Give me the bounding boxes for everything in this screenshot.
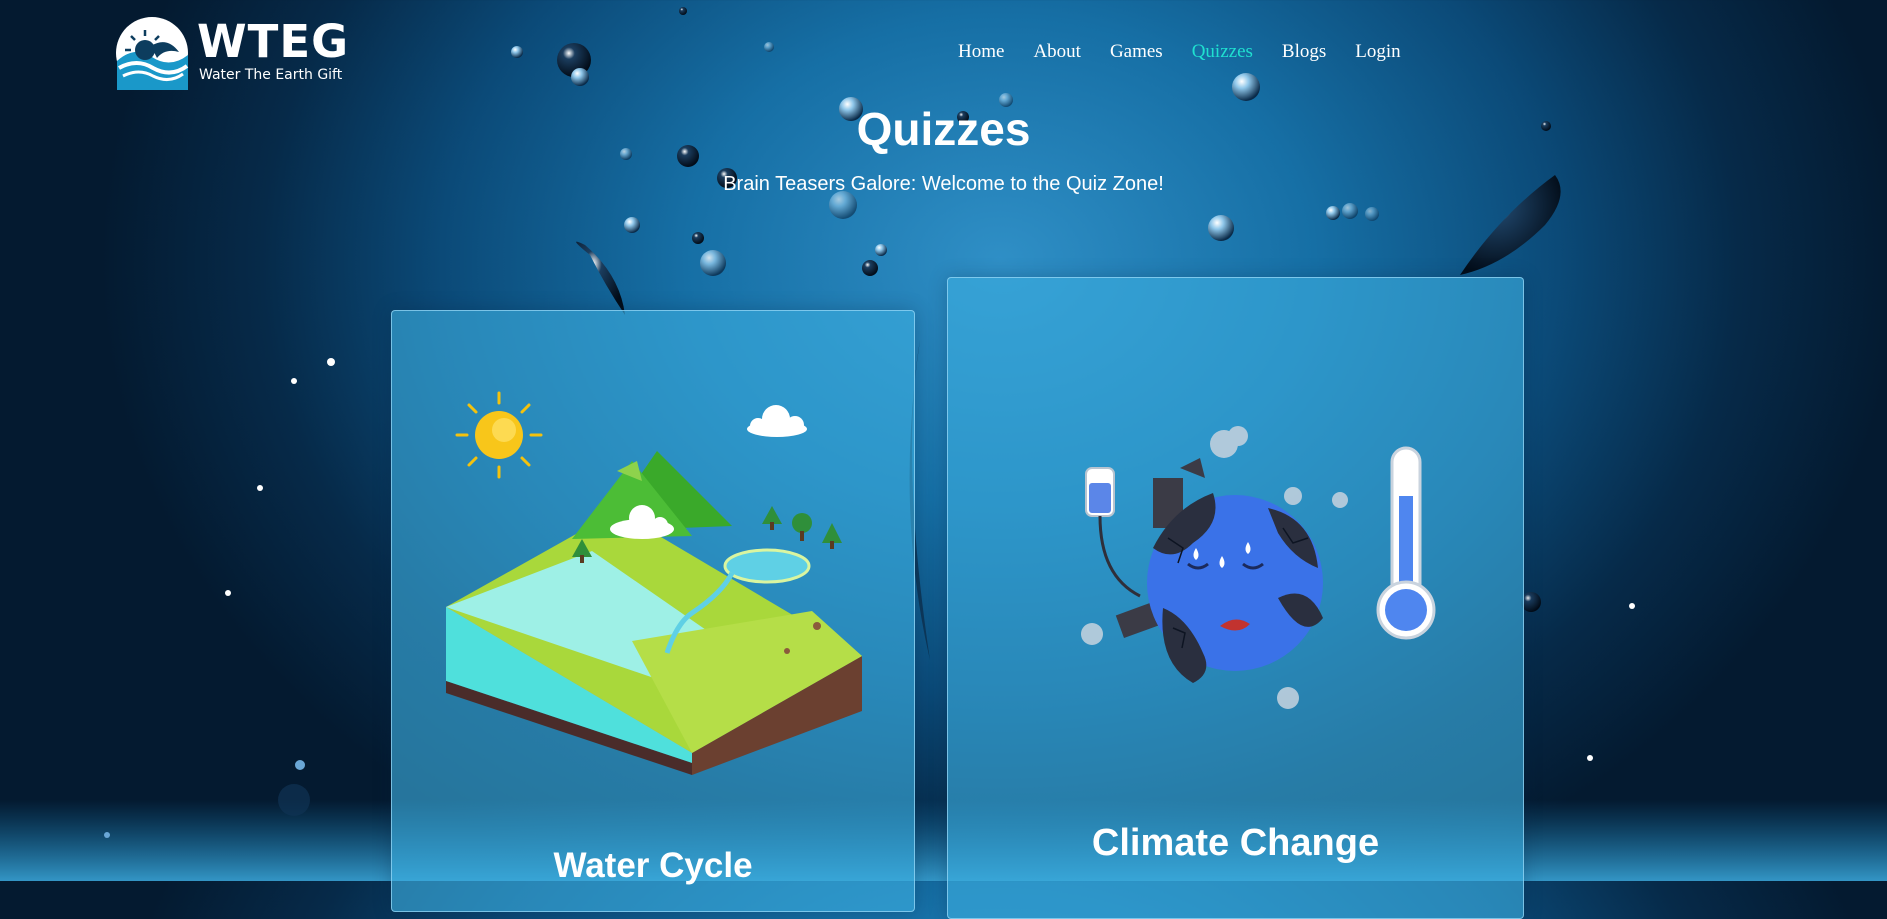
quiz-card-title: Climate Change (1091, 822, 1380, 864)
water-cycle-island-icon (446, 391, 862, 775)
nav-games[interactable]: Games (1110, 40, 1163, 64)
wave-sun-logo-icon (116, 17, 189, 90)
sick-earth-thermometer-icon (1081, 426, 1436, 709)
nav-about[interactable]: About (1033, 40, 1081, 64)
nav-quizzes[interactable]: Quizzes (1192, 40, 1253, 64)
page-subtitle: Brain Teasers Galore: Welcome to the Qui… (723, 173, 1164, 195)
main-nav: Home About Games Quizzes Blogs Login (958, 40, 1430, 64)
quiz-card-climate-change[interactable]: Climate Change (947, 277, 1524, 919)
brand-subtitle: Water The Earth Gift (199, 67, 343, 83)
quiz-card-water-cycle[interactable]: Water Cycle (391, 310, 915, 912)
nav-home[interactable]: Home (958, 40, 1004, 64)
brand-title: WTEG (197, 15, 350, 68)
brand-logo[interactable]: WTEG Water The Earth Gift (115, 14, 348, 90)
nav-blogs[interactable]: Blogs (1282, 40, 1326, 64)
page-title: Quizzes (856, 103, 1031, 155)
nav-login[interactable]: Login (1355, 40, 1400, 64)
site-header: WTEG Water The Earth Gift Home About Gam… (0, 0, 1887, 100)
